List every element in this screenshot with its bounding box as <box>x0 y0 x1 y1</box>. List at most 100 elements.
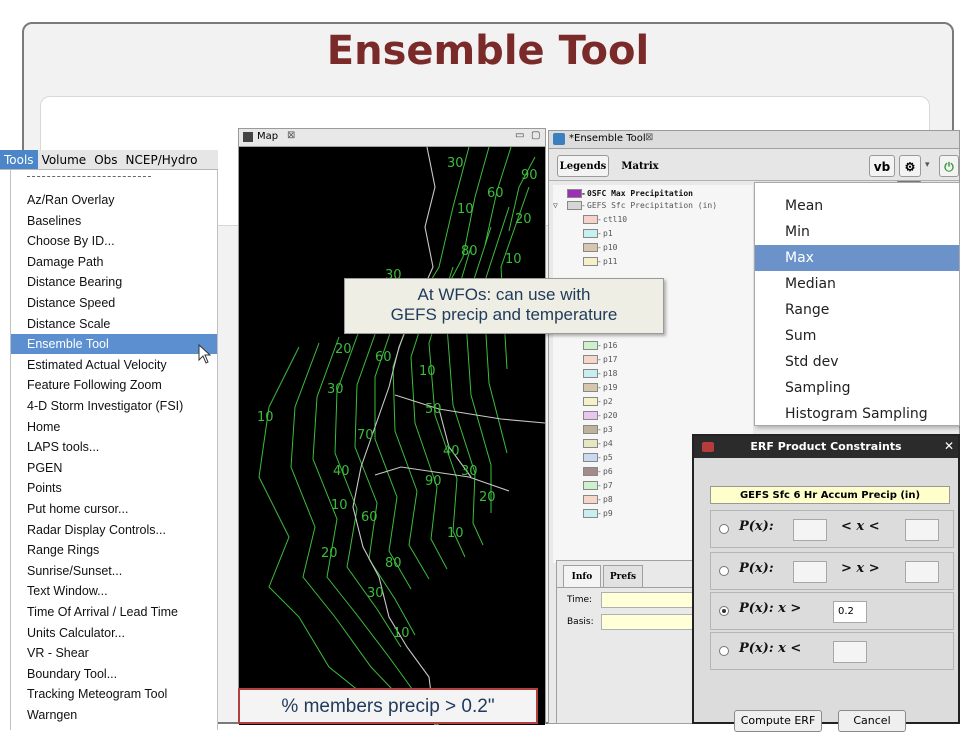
legend-dash: - <box>597 229 602 238</box>
settings-gear-icon[interactable]: ⚙ <box>899 155 921 177</box>
tools-menu-item[interactable]: Baselines <box>11 211 217 231</box>
tools-menu-item[interactable]: Distance Speed <box>11 293 217 313</box>
chevron-down-icon[interactable]: ▾ <box>925 160 930 170</box>
legend-row[interactable]: p1 - <box>553 227 753 240</box>
tools-menu-item[interactable]: Sunrise/Sunset... <box>11 561 217 581</box>
legend-row[interactable]: p10 - <box>553 241 753 254</box>
power-icon[interactable]: ⏻ <box>939 155 959 177</box>
tools-menu-item[interactable]: PGEN <box>11 458 217 478</box>
legend-dash: - <box>597 495 602 504</box>
basis-field[interactable] <box>601 614 705 630</box>
math-menu-item[interactable]: Mean <box>755 193 959 219</box>
legend-label: p3 <box>603 425 613 434</box>
tools-menu-item[interactable]: Home <box>11 417 217 437</box>
legend-swatch <box>583 481 598 490</box>
math-menu-item[interactable]: Median <box>755 271 959 297</box>
math-menu-item[interactable]: Min <box>755 219 959 245</box>
erf-lower-input[interactable] <box>793 519 827 541</box>
tools-menu-item[interactable]: Boundary Tool... <box>11 664 217 684</box>
tools-menu-item[interactable]: Tracking Meteogram Tool <box>11 684 217 704</box>
legend-swatch <box>583 425 598 434</box>
close-icon[interactable]: ⊠ <box>287 130 295 141</box>
tab-info[interactable]: Info <box>563 565 601 587</box>
tools-menu-item[interactable]: Damage Path <box>11 252 217 272</box>
close-icon[interactable]: ✕ <box>944 439 954 453</box>
menubar-item-obs[interactable]: Obs <box>90 150 121 169</box>
tab-matrix[interactable]: Matrix <box>613 155 667 177</box>
erf-radio[interactable] <box>719 606 729 616</box>
math-menu-item[interactable]: Std dev <box>755 349 959 375</box>
math-menu-item[interactable]: Sum <box>755 323 959 349</box>
erf-row-label: P(x): x < <box>739 641 802 656</box>
erf-radio[interactable] <box>719 524 729 534</box>
cancel-button[interactable]: Cancel <box>838 710 906 732</box>
tools-menu-item[interactable]: Units Calculator... <box>11 623 217 643</box>
compute-erf-button[interactable]: Compute ERF <box>734 710 822 732</box>
maximize-icon[interactable]: ▢ <box>531 130 540 141</box>
legend-swatch <box>567 201 582 210</box>
tools-menu-item[interactable]: 4-D Storm Investigator (FSI) <box>11 396 217 416</box>
minimize-icon[interactable]: ▭ <box>515 130 524 141</box>
erf-lower-input[interactable] <box>793 561 827 583</box>
map-tab-label[interactable]: Map <box>257 131 278 142</box>
vb-button[interactable]: vb <box>869 155 895 177</box>
tools-menu-item[interactable]: Az/Ran Overlay <box>11 190 217 210</box>
tools-menu-item[interactable]: VR - Shear <box>11 643 217 663</box>
math-menu-item[interactable]: Sampling <box>755 375 959 401</box>
erf-value-input[interactable] <box>833 641 867 663</box>
legend-dash: - <box>597 355 602 364</box>
tools-menu-item[interactable]: Ensemble Tool <box>11 334 217 355</box>
legend-label: p11 <box>603 257 618 266</box>
tools-menu-item[interactable]: Range Rings <box>11 540 217 560</box>
legend-row[interactable]: p20 - <box>553 409 753 422</box>
tools-menu-item[interactable]: Text Window... <box>11 581 217 601</box>
tools-menu-item[interactable]: LAPS tools... <box>11 437 217 457</box>
time-field[interactable] <box>601 592 705 608</box>
tools-menu-item[interactable]: Warngen <box>11 705 217 725</box>
erf-op-label: > x > <box>841 561 880 576</box>
chevron-down-icon[interactable]: ▽ <box>553 199 558 212</box>
menubar-item-tools[interactable]: Tools <box>0 150 38 169</box>
map-canvas[interactable]: 30 90 60 10 20 80 10 30 20 60 10 30 10 50 70 40 40 90 30 20… <box>239 146 546 726</box>
erf-radio[interactable] <box>719 566 729 576</box>
legend-label: p2 <box>603 397 613 406</box>
legend-row[interactable]: p2 - <box>553 395 753 408</box>
legend-dash: - <box>597 467 602 476</box>
tools-menu-item[interactable]: Radar Display Controls... <box>11 520 217 540</box>
math-menu-item[interactable]: Histogram Sampling <box>755 401 959 427</box>
tools-menu-item[interactable]: Distance Bearing <box>11 272 217 292</box>
tools-menu-item[interactable]: Choose By ID... <box>11 231 217 251</box>
legend-swatch <box>583 397 598 406</box>
legend-label: p9 <box>603 509 613 518</box>
legend-label: p17 <box>603 355 618 364</box>
erf-radio[interactable] <box>719 646 729 656</box>
legend-row[interactable]: p11 - <box>553 255 753 268</box>
legend-row[interactable]: p19 - <box>553 381 753 394</box>
tools-menu-item[interactable]: Put home cursor... <box>11 499 217 519</box>
legend-swatch <box>583 243 598 252</box>
tab-prefs[interactable]: Prefs <box>603 565 643 587</box>
close-icon[interactable]: ⊠ <box>645 132 653 143</box>
math-menu-item[interactable]: Range <box>755 297 959 323</box>
legend-row[interactable]: p16 - <box>553 339 753 352</box>
tools-menu-item[interactable]: Time Of Arrival / Lead Time <box>11 602 217 622</box>
tools-menu-item[interactable]: Points <box>11 478 217 498</box>
legend-dash: - <box>581 201 586 210</box>
contour-label: 10 <box>505 252 522 267</box>
menubar-item-ncep-hydro[interactable]: NCEP/Hydro <box>122 150 202 169</box>
tools-menu-item[interactable]: Distance Scale <box>11 314 217 334</box>
erf-value-input[interactable]: 0.2 <box>833 601 867 623</box>
contour-label: 10 <box>257 410 274 425</box>
tab-legends[interactable]: Legends <box>557 155 609 177</box>
ensemble-tab-label[interactable]: *Ensemble Tool <box>569 133 646 144</box>
legend-row[interactable]: ctl10 - <box>553 213 753 226</box>
legend-row[interactable]: p17 - <box>553 353 753 366</box>
legend-row[interactable]: p18 - <box>553 367 753 380</box>
tools-menu-item[interactable]: Estimated Actual Velocity <box>11 355 217 375</box>
erf-upper-input[interactable] <box>905 519 939 541</box>
legend-row[interactable]: ▽ GEFS Sfc Precipitation (in) - <box>553 199 753 212</box>
math-menu-item[interactable]: Max <box>755 245 959 271</box>
erf-upper-input[interactable] <box>905 561 939 583</box>
menubar-item-volume[interactable]: Volume <box>38 150 91 169</box>
tools-menu-item[interactable]: Feature Following Zoom <box>11 375 217 395</box>
